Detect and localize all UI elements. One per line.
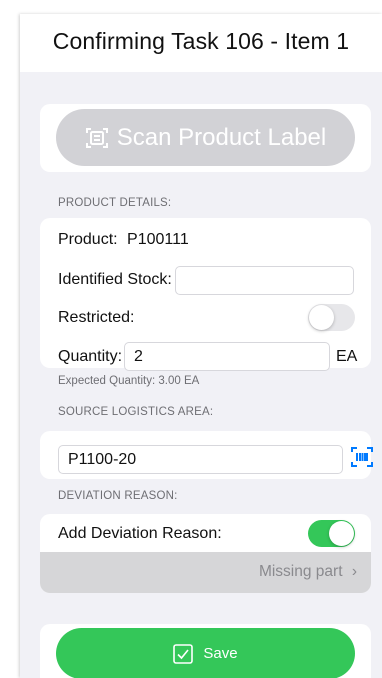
deviation-reason-value: Missing part: [258, 563, 343, 580]
barcode-scan-icon: [351, 447, 373, 467]
chevron-right-icon: ›: [351, 563, 357, 580]
identified-stock-label: Identified Stock:: [58, 271, 172, 288]
source-logistics-card: [40, 431, 374, 479]
title-bar: Confirming Task 106 - Item 1: [20, 14, 382, 72]
add-deviation-reason-toggle[interactable]: [308, 520, 355, 547]
add-deviation-reason-label: Add Deviation Reason:: [58, 525, 222, 542]
footer-card: Save: [40, 624, 371, 678]
save-button[interactable]: Save: [56, 628, 355, 678]
product-value: P100111: [127, 231, 189, 248]
restricted-label: Restricted:: [58, 309, 135, 326]
barcode-scan-button[interactable]: [350, 445, 374, 469]
scan-card: Scan Product Label: [40, 104, 371, 172]
source-logistics-area-input[interactable]: [58, 445, 343, 474]
deviation-reason-selector[interactable]: Missing part ›: [40, 552, 371, 593]
scan-product-label-text: Scan Product Label: [116, 123, 327, 151]
add-deviation-reason-toggle-knob: [329, 521, 354, 546]
quantity-label: Quantity:: [58, 348, 123, 365]
page-title: Confirming Task 106 - Item 1: [52, 28, 350, 54]
checkbox-icon: [173, 643, 194, 664]
restricted-toggle[interactable]: [308, 304, 355, 331]
task-confirmation-sheet: Confirming Task 106 - Item 1 Scan Produc…: [20, 14, 382, 678]
deviation-reason-card: Add Deviation Reason: Missing part ›: [40, 514, 371, 593]
save-button-label: Save: [203, 645, 238, 662]
product-details-card: Product: P100111 Identified Stock: Restr…: [40, 218, 371, 371]
identified-stock-input[interactable]: [175, 266, 354, 295]
deviation-reason-value-row: Missing part ›: [259, 563, 357, 581]
document-scan-icon: [85, 127, 108, 148]
source-logistics-area-header: SOURCE LOGISTICS AREA:: [58, 406, 214, 418]
quantity-unit: EA: [336, 348, 358, 365]
quantity-input[interactable]: [124, 342, 330, 371]
restricted-toggle-knob: [309, 305, 334, 330]
product-row: Product: P100111: [58, 231, 189, 249]
expected-quantity-text: Expected Quantity: 3.00 EA: [58, 375, 200, 387]
product-details-header: PRODUCT DETAILS:: [58, 197, 172, 209]
product-label: Product:: [58, 231, 118, 248]
deviation-reason-header: DEVIATION REASON:: [58, 490, 178, 502]
scan-product-label-button[interactable]: Scan Product Label: [56, 109, 355, 166]
